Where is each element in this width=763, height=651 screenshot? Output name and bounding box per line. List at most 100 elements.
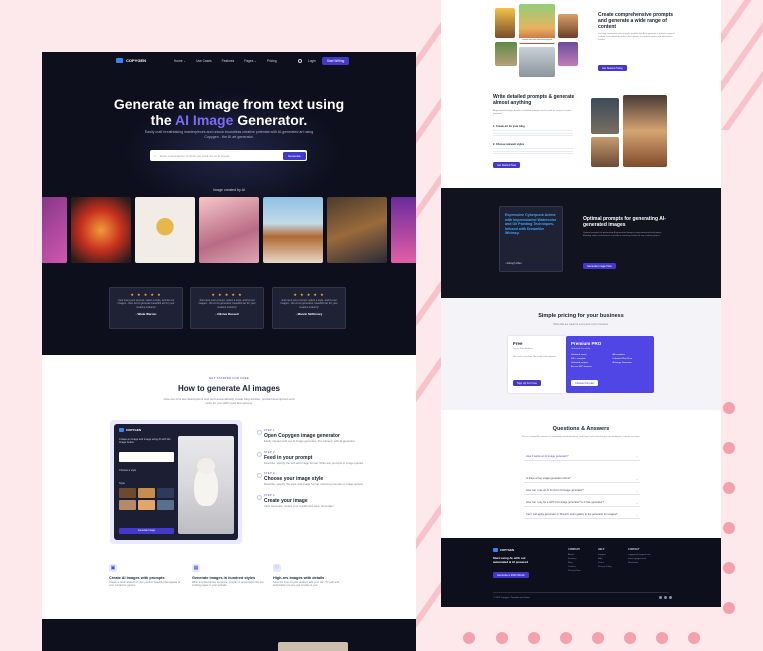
how-subtitle: Give our AI a few descriptions and we'll…: [163, 397, 295, 405]
collage-image: [558, 42, 578, 66]
get-started-today-button[interactable]: Get Started Today: [598, 65, 627, 72]
ai-image-gallery: [42, 197, 416, 263]
faq-item[interactable]: How can I pay for a GPT-3 AI image gener…: [524, 498, 640, 507]
feature-item: ▣ Create AI Images with prompts Create a…: [109, 564, 181, 588]
footer: [441, 538, 721, 607]
style-option[interactable]: [119, 500, 136, 510]
twitter-icon[interactable]: [664, 596, 667, 599]
pricing-card-pro: Premium PRO Unlimited Possibility Unlimi…: [566, 336, 654, 393]
faq-subtitle: We've covered the answers to commonly as…: [521, 436, 640, 438]
faq-item[interactable]: Can I self-apply generator or Should I e…: [524, 510, 640, 519]
feature-item: ▦ Generate images in hundred styles Writ…: [192, 564, 265, 588]
start-writing-button[interactable]: Start Writing: [321, 57, 350, 65]
section-title: Optimal prompts for generating AI-genera…: [583, 216, 666, 228]
how-title: How to generate AI images: [178, 384, 280, 393]
faq-item[interactable]: How it works an AI image generator? ⌃: [524, 452, 640, 461]
pro-features: Unlimited words All templates 500 + temp…: [571, 354, 633, 368]
style-option[interactable]: [138, 488, 155, 498]
gallery-image: [199, 197, 259, 263]
login-link[interactable]: Login: [308, 59, 316, 63]
section-desc: Creating comprehensive prompts enables t…: [598, 33, 675, 41]
section-subdesc: [493, 148, 573, 154]
nav-home[interactable]: Home ⌄: [174, 59, 186, 63]
section-subtitle: 2. Choose relevant styles: [493, 143, 525, 146]
testimonial-author: - Marvin McKinney: [295, 312, 323, 317]
section-subtitle: 1. Create art for your blog: [493, 125, 525, 128]
instagram-icon[interactable]: [669, 596, 672, 599]
mockup-window: COPYGEN Create an image and image using …: [114, 424, 238, 540]
chevron-down-icon: ⌄: [635, 488, 638, 493]
portrait-image: [591, 98, 619, 134]
testimonial-card: ★ ★ ★ ★ ★ Just input your prompt, select…: [190, 287, 264, 329]
mockup-generate-button[interactable]: Generate Image: [119, 528, 174, 534]
get-started-now-button[interactable]: Get Started Now: [493, 162, 521, 169]
theme-toggle-icon[interactable]: [298, 59, 302, 63]
hero-title-accent: AI Image: [175, 112, 234, 128]
section-title: Write detailed prompts & generate almost…: [493, 94, 575, 106]
collage-image: [558, 14, 578, 38]
testimonial-quote: Just input your prompt, select a style, …: [280, 299, 338, 309]
chevron-down-icon: ⌄: [635, 500, 638, 505]
rating-stars: ★ ★ ★ ★ ★: [211, 292, 243, 297]
feature-item: ♡ High-res images with details Save the …: [273, 564, 339, 588]
prompt-search-bar: ⌕ Enter a description of what you want t…: [150, 150, 307, 161]
style-option[interactable]: [138, 500, 155, 510]
mockup-input[interactable]: [119, 452, 174, 462]
step-item: STEP 2 Feed in your prompt Describe, spe…: [256, 451, 386, 466]
section-title: Create comprehensive prompts and generat…: [598, 12, 674, 30]
how-steps: STEP 1 Open Copygen image generator Easi…: [256, 429, 386, 515]
testimonial-quote: Just input your prompt, select a style, …: [198, 299, 256, 309]
mockup-style-options: [119, 488, 174, 510]
faq-item[interactable]: Is there a free image generator online? ⌄: [524, 474, 640, 483]
preview-image: [278, 642, 348, 651]
style-option[interactable]: [157, 488, 174, 498]
prompt-author: - Adeogh Allen: [505, 262, 522, 265]
testimonial-quote: I just input your prompt, select a style…: [117, 299, 175, 309]
style-option[interactable]: [157, 500, 174, 510]
nav-features[interactable]: Features: [222, 59, 235, 63]
collage-caption: Colorful cake with colorful background: [519, 38, 555, 43]
hero-title: Generate an image from text using the AI…: [113, 96, 345, 128]
main-nav: Home ⌄ Use Cases Features Pages ⌄ Pricin…: [174, 59, 277, 63]
gallery-image: [327, 197, 387, 263]
nav-pricing[interactable]: Pricing: [267, 59, 277, 63]
how-eyebrow: GET STARTED FOR FREE: [208, 376, 250, 380]
footer-col-help: HELP Support FAQ Terms Privacy Policy: [598, 548, 612, 569]
hero-subtitle: Easily craft breathtaking masterpieces a…: [144, 130, 314, 139]
step-item: STEP 4 Create your image Click Generate,…: [256, 494, 386, 509]
rating-stars: ★ ★ ★ ★ ★: [293, 292, 325, 297]
chevron-up-icon: ⌃: [635, 454, 638, 459]
generator-mockup: COPYGEN Create an image and image using …: [110, 420, 242, 544]
mockup-style-label: Choose a style: [119, 469, 137, 472]
prompt-input[interactable]: Enter a description of what you want the…: [160, 154, 229, 158]
generate-button[interactable]: Generate: [282, 151, 306, 160]
gallery-image: [263, 197, 323, 263]
logo-icon: [493, 548, 498, 552]
brand-logo[interactable]: COPYGEN: [116, 58, 146, 63]
faq-item[interactable]: How can I use an AI for Art to AI image …: [524, 486, 640, 495]
mockup-style-small: Style: [119, 482, 125, 485]
nav-use-cases[interactable]: Use Cases: [196, 59, 212, 63]
choose-plan-button[interactable]: Choose this plan: [571, 380, 599, 387]
section-desc: AI-generated images based on detailed pr…: [493, 110, 572, 115]
hero-section: COPYGEN Home ⌄ Use Cases Features Pages …: [42, 52, 416, 355]
footer-link[interactable]: Pricing Plans: [568, 569, 581, 573]
prompt-quote: Expressive Cyberpunk Anime with Impressi…: [505, 213, 557, 236]
step-item: STEP 1 Open Copygen image generator Easi…: [256, 429, 386, 444]
footer-cta-button[interactable]: Generate a 2000 Words: [493, 572, 529, 579]
facebook-icon[interactable]: [659, 596, 662, 599]
footer-logo[interactable]: COPYGEN: [493, 548, 514, 552]
gallery-title: Image created by AI: [213, 188, 245, 192]
collage-image: [495, 42, 517, 66]
gallery-image: [71, 197, 131, 263]
sign-up-free-button[interactable]: Sign Up For Free: [513, 380, 541, 387]
chevron-down-icon: ⌄: [635, 476, 638, 481]
faq-title: Questions & Answers: [552, 426, 610, 432]
style-option[interactable]: [119, 488, 136, 498]
footer-link[interactable]: Newsletter: [628, 561, 651, 565]
testimonial-card: ★ ★ ★ ★ ★ Just input your prompt, select…: [272, 287, 346, 329]
nav-pages[interactable]: Pages ⌄: [244, 59, 257, 63]
footer-link[interactable]: Privacy Policy: [598, 565, 612, 569]
footer-divider: [493, 592, 669, 593]
generate-image-now-button[interactable]: Generate Image Now: [583, 263, 616, 270]
